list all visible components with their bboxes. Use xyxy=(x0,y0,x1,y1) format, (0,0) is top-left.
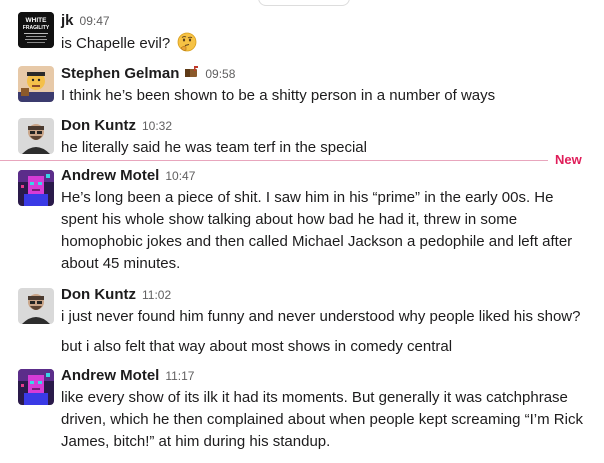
message-line: I think he’s been shown to be a shitty p… xyxy=(61,87,496,104)
photo-avatar-icon xyxy=(18,288,54,324)
message-line: i just never found him funny and never u… xyxy=(61,308,581,325)
author-name[interactable]: jk xyxy=(61,12,74,29)
book-cover-avatar-icon: WHITE FRAGILITY xyxy=(18,12,54,48)
timestamp[interactable]: 11:02 xyxy=(142,288,171,302)
author-name[interactable]: Don Kuntz xyxy=(61,117,136,134)
author-name[interactable]: Andrew Motel xyxy=(61,167,159,184)
timestamp[interactable]: 09:47 xyxy=(80,14,110,28)
avatar[interactable] xyxy=(18,118,54,154)
avatar[interactable] xyxy=(18,66,54,102)
mailbox-status-icon[interactable] xyxy=(184,66,199,84)
author-name[interactable]: Andrew Motel xyxy=(61,367,159,384)
timestamp[interactable]: 11:17 xyxy=(165,369,194,383)
new-messages-divider xyxy=(0,160,548,161)
message-line: is Chapelle evil? xyxy=(61,35,171,52)
message-header: Don Kuntz 11:02 xyxy=(61,286,171,306)
message-header: Andrew Motel 11:17 xyxy=(61,367,194,387)
message-text: is Chapelle evil? xyxy=(61,32,591,59)
author-name[interactable]: Stephen Gelman xyxy=(61,65,179,82)
message-line: He’s long been a piece of shit. I saw hi… xyxy=(61,189,573,272)
avatar[interactable] xyxy=(18,170,54,206)
message-text: like every show of its ilk it had its mo… xyxy=(61,387,591,453)
message-text: i just never found him funny and never u… xyxy=(61,306,591,328)
message-text: but i also felt that way about most show… xyxy=(61,336,591,358)
author-name[interactable]: Don Kuntz xyxy=(61,286,136,303)
timestamp[interactable]: 09:58 xyxy=(205,67,235,81)
new-messages-label: New xyxy=(555,152,582,167)
timestamp[interactable]: 10:32 xyxy=(142,119,172,133)
pixel-art-avatar-icon xyxy=(18,369,54,405)
message-text: I think he’s been shown to be a shitty p… xyxy=(61,85,591,107)
svg-text:WHITE: WHITE xyxy=(26,17,48,24)
thinking-face-icon xyxy=(177,32,197,59)
avatar[interactable]: WHITE FRAGILITY xyxy=(18,12,54,48)
photo-avatar-icon xyxy=(18,118,54,154)
message-header: jk 09:47 xyxy=(61,12,110,32)
message-text: He’s long been a piece of shit. I saw hi… xyxy=(61,187,581,275)
timestamp[interactable]: 10:47 xyxy=(165,169,195,183)
message-line: he literally said he was team terf in th… xyxy=(61,139,367,156)
svg-text:FRAGILITY: FRAGILITY xyxy=(23,25,50,31)
message-header: Don Kuntz 10:32 xyxy=(61,117,172,137)
message-header: Andrew Motel 10:47 xyxy=(61,167,195,187)
avatar[interactable] xyxy=(18,369,54,405)
message-header: Stephen Gelman 09:58 xyxy=(61,65,235,85)
new-messages-pill[interactable] xyxy=(258,0,350,6)
cartoon-avatar-icon xyxy=(18,66,54,102)
avatar[interactable] xyxy=(18,288,54,324)
pixel-art-avatar-icon xyxy=(18,170,54,206)
message-line: but i also felt that way about most show… xyxy=(61,338,453,355)
message-text: he literally said he was team terf in th… xyxy=(61,137,591,159)
message-line: like every show of its ilk it had its mo… xyxy=(61,389,583,450)
